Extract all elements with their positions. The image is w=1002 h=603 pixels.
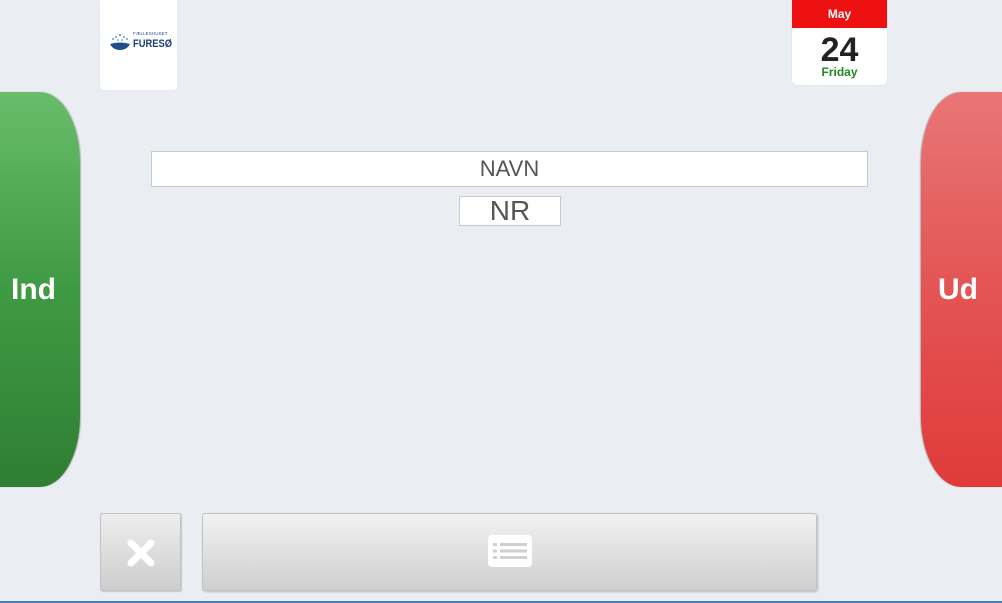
check-out-button[interactable]: Ud [921,92,1002,487]
check-in-button[interactable]: Ind [0,92,80,487]
close-icon [127,539,155,567]
list-icon [488,535,532,567]
calendar-day: 24 [820,31,859,69]
logo-title: FURESØ [133,38,172,50]
list-button[interactable] [202,513,817,591]
name-field[interactable]: NAVN [151,151,868,187]
calendar-month: May [792,0,887,28]
logo: FÆLLESHUSET FURESØ [100,0,177,90]
calendar-weekday: Friday [821,65,858,79]
cancel-button[interactable] [100,513,181,591]
logo-subtitle: FÆLLESHUSET [133,31,168,36]
number-field[interactable]: NR [459,196,561,226]
calendar-widget: May 24 Friday [792,0,887,85]
check-out-label: Ud [938,272,978,306]
check-in-label: Ind [11,272,56,306]
logo-icon [110,34,130,50]
